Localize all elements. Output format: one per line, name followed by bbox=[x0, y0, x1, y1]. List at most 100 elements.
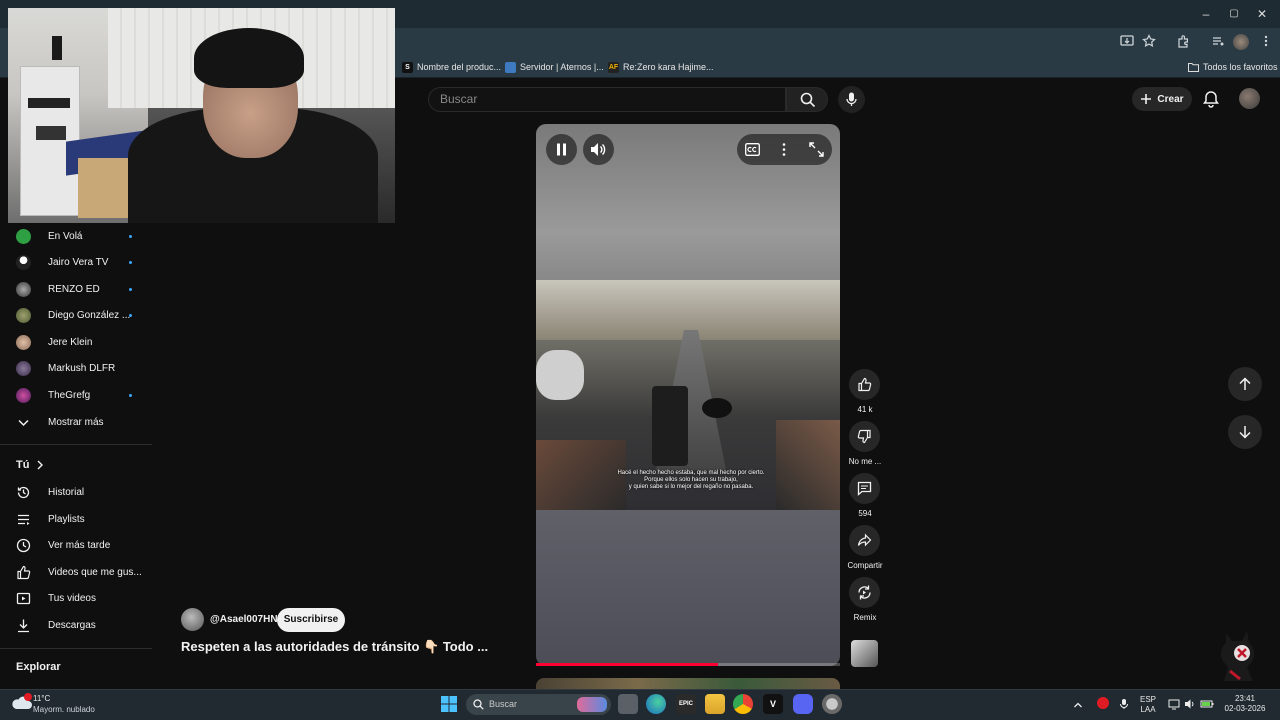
network-icon[interactable] bbox=[1168, 697, 1180, 710]
bookmark-item[interactable]: S Nombre del produc... bbox=[402, 60, 501, 74]
bookmark-s-icon: S bbox=[402, 61, 413, 73]
sidebar-item-label: Diego González ... bbox=[48, 309, 131, 321]
subtitle-line: Porque ellos solo hacen su trabajo, bbox=[644, 477, 738, 483]
sidebar-item-playlists[interactable]: Playlists bbox=[16, 510, 85, 528]
more-options-button[interactable] bbox=[779, 142, 789, 162]
sidebar-item-label: Ver más tarde bbox=[48, 539, 111, 551]
video-progress-bar[interactable] bbox=[536, 663, 840, 666]
sidebar-item-history[interactable]: Historial bbox=[16, 483, 84, 501]
bookmark-star-icon[interactable] bbox=[1141, 34, 1157, 50]
notifications-button[interactable] bbox=[1201, 89, 1221, 109]
menu-kebab-icon[interactable] bbox=[1258, 34, 1274, 50]
file-explorer-icon[interactable] bbox=[705, 694, 725, 714]
comments-button[interactable] bbox=[849, 473, 880, 504]
account-avatar[interactable] bbox=[1239, 88, 1260, 109]
volume-button[interactable] bbox=[583, 134, 614, 165]
microphone-tray-icon[interactable] bbox=[1118, 697, 1130, 709]
sidebar-item-watch-later[interactable]: Ver más tarde bbox=[16, 536, 110, 554]
weather-widget[interactable] bbox=[11, 693, 33, 713]
chrome-icon[interactable] bbox=[733, 694, 753, 714]
volume-icon bbox=[591, 143, 606, 156]
previous-short-button[interactable] bbox=[1228, 367, 1262, 401]
mascot-overlay-image bbox=[1212, 625, 1260, 687]
tray-app-icon[interactable] bbox=[1097, 697, 1109, 709]
sidebar-item-thegrefg[interactable]: TheGrefg bbox=[16, 386, 90, 404]
language-indicator[interactable]: ESP LAA bbox=[1140, 695, 1156, 715]
media-controls-icon[interactable] bbox=[1210, 34, 1226, 50]
bookmark-item[interactable]: Servidor | Aternos |... bbox=[505, 60, 604, 74]
voice-search-button[interactable] bbox=[838, 86, 865, 113]
sidebar-item-diego-gonzalez[interactable]: Diego González ... bbox=[16, 306, 130, 324]
show-hidden-icons-button[interactable] bbox=[1073, 697, 1083, 708]
pause-button[interactable] bbox=[546, 134, 577, 165]
epic-games-icon[interactable]: EPIC bbox=[676, 694, 696, 714]
new-content-dot bbox=[129, 394, 132, 397]
minimize-button[interactable]: – bbox=[1192, 6, 1220, 22]
extensions-icon[interactable] bbox=[1175, 34, 1191, 50]
speaker-icon[interactable] bbox=[1184, 697, 1196, 709]
search-button[interactable] bbox=[786, 87, 828, 112]
liked-videos-icon bbox=[17, 565, 31, 579]
sidebar-item-jairo-vera-tv[interactable]: Jairo Vera TV bbox=[16, 253, 108, 271]
close-button[interactable]: ✕ bbox=[1248, 6, 1276, 22]
channel-name[interactable]: @Asael007HN bbox=[210, 614, 278, 625]
maximize-button[interactable]: ▢ bbox=[1220, 6, 1248, 22]
sidebar-item-jere-klein[interactable]: Jere Klein bbox=[16, 333, 92, 351]
sidebar-divider bbox=[0, 648, 152, 649]
subscribe-button[interactable]: Suscribirse bbox=[277, 608, 345, 632]
short-title[interactable]: Respeten a las autoridades de tránsito 👇… bbox=[181, 639, 488, 655]
channel-avatar[interactable] bbox=[181, 608, 204, 631]
like-icon bbox=[858, 377, 872, 392]
remix-button[interactable] bbox=[849, 577, 880, 608]
edge-icon[interactable] bbox=[646, 694, 666, 714]
next-short-button[interactable] bbox=[1228, 415, 1262, 449]
sidebar-item-en-vola[interactable]: En Volá bbox=[16, 227, 82, 245]
sidebar-item-label: RENZO ED bbox=[48, 283, 100, 295]
search-input[interactable]: Buscar bbox=[428, 87, 786, 112]
all-bookmarks-folder[interactable]: Todos los favoritos bbox=[1188, 60, 1278, 74]
like-button[interactable] bbox=[849, 369, 880, 400]
fullscreen-button[interactable] bbox=[809, 142, 824, 162]
webcam-overlay bbox=[8, 8, 395, 223]
arrow-up-icon bbox=[1239, 377, 1251, 390]
show-more-button[interactable]: Mostrar más bbox=[16, 413, 104, 431]
taskbar-search-label: Buscar bbox=[489, 699, 518, 709]
sound-thumbnail[interactable] bbox=[851, 640, 878, 667]
sidebar-item-markush-dlfr[interactable]: Markush DLFR bbox=[16, 359, 115, 377]
comments-icon bbox=[857, 481, 872, 496]
clock[interactable]: 23:41 02-03-2026 bbox=[1222, 694, 1268, 714]
app-icon[interactable] bbox=[822, 694, 842, 714]
task-view-icon[interactable] bbox=[618, 694, 638, 714]
captions-icon bbox=[745, 143, 760, 156]
weather-desc: Mayorm. nublado bbox=[33, 705, 95, 714]
profile-avatar[interactable] bbox=[1233, 34, 1249, 50]
history-icon bbox=[17, 486, 30, 498]
vegas-icon[interactable]: V bbox=[763, 694, 783, 714]
discord-icon[interactable] bbox=[793, 694, 813, 714]
taskbar-search[interactable]: Buscar bbox=[466, 694, 611, 715]
create-button[interactable]: Crear bbox=[1132, 87, 1192, 111]
battery-icon[interactable] bbox=[1200, 697, 1215, 709]
share-button[interactable] bbox=[849, 525, 880, 556]
sidebar-item-label: Jere Klein bbox=[48, 336, 93, 348]
dislike-button[interactable] bbox=[849, 421, 880, 452]
start-button[interactable] bbox=[439, 694, 459, 714]
channel-avatar bbox=[16, 387, 31, 403]
new-content-dot bbox=[129, 288, 132, 291]
sidebar-item-label: Tus videos bbox=[48, 592, 96, 604]
install-app-icon[interactable] bbox=[1119, 34, 1135, 50]
sidebar-item-label: Videos que me gus... bbox=[48, 566, 142, 578]
sidebar-item-liked-videos[interactable]: Videos que me gus... bbox=[16, 563, 142, 581]
keyboard-layout: LAA bbox=[1140, 705, 1156, 714]
windows-taskbar bbox=[0, 689, 1280, 720]
new-content-dot bbox=[129, 314, 132, 317]
captions-button[interactable] bbox=[745, 143, 760, 161]
sidebar-item-label: TheGrefg bbox=[48, 389, 91, 401]
sidebar-item-downloads[interactable]: Descargas bbox=[16, 616, 96, 634]
channel-avatar bbox=[16, 254, 31, 270]
bookmark-item[interactable]: AF Re:Zero kara Hajime... bbox=[608, 60, 714, 74]
sidebar-item-your-videos[interactable]: Tus videos bbox=[16, 589, 96, 607]
you-section-header[interactable]: Tú bbox=[16, 459, 44, 471]
sidebar-item-renzo-ed[interactable]: RENZO ED bbox=[16, 280, 100, 298]
short-video-player[interactable]: Hacé el hecho hecho estaba, que mal hech… bbox=[536, 124, 840, 666]
